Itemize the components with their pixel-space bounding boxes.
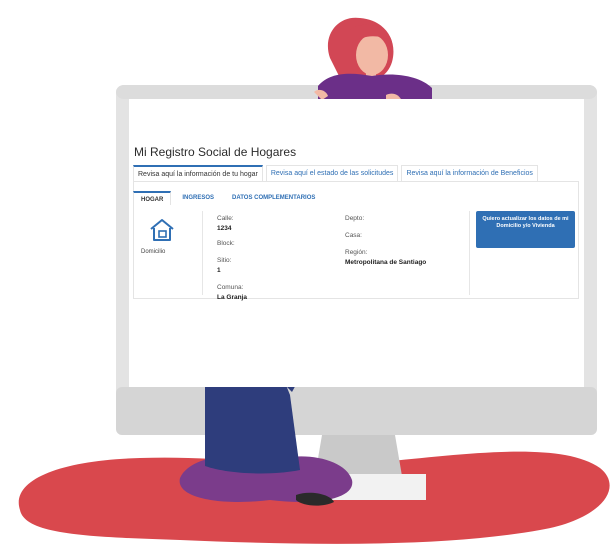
subtab-ingresos[interactable]: INGRESOS bbox=[175, 191, 221, 205]
block-label: Block: bbox=[217, 240, 235, 247]
calle-label: Calle: bbox=[217, 215, 234, 222]
subtab-hogar[interactable]: HOGAR bbox=[133, 191, 172, 205]
update-domicilio-button[interactable]: Quiero actualizar los datos de mi Domici… bbox=[476, 211, 575, 248]
monitor-screen: Mi Registro Social de Hogares Revisa aqu… bbox=[129, 99, 584, 387]
comuna-label: Comuna: bbox=[217, 284, 244, 291]
subtab-datos-complementarios[interactable]: DATOS COMPLEMENTARIOS bbox=[225, 191, 322, 205]
monitor-chin bbox=[116, 387, 597, 435]
domicilio-label: Domicilio bbox=[141, 249, 166, 255]
house-icon bbox=[150, 219, 174, 241]
depto-label: Depto: bbox=[345, 215, 365, 222]
region-label: Región: bbox=[345, 249, 368, 256]
sitio-value: 1 bbox=[217, 267, 221, 274]
divider-left bbox=[202, 211, 203, 295]
comuna-value: La Granja bbox=[217, 294, 247, 301]
calle-value: 1234 bbox=[217, 225, 232, 232]
page-title: Mi Registro Social de Hogares bbox=[134, 145, 297, 159]
sub-tab-bar: HOGAR INGRESOS DATOS COMPLEMENTARIOS bbox=[133, 191, 326, 205]
tab-hogar-info[interactable]: Revisa aquí la información de tu hogar bbox=[133, 165, 263, 181]
casa-label: Casa: bbox=[345, 232, 362, 239]
divider-right bbox=[469, 211, 470, 295]
region-value: Metropolitana de Santiago bbox=[345, 259, 427, 266]
tab-beneficios[interactable]: Revisa aquí la información de Beneficios bbox=[401, 165, 538, 181]
top-tab-bar: Revisa aquí la información de tu hogar R… bbox=[133, 165, 541, 181]
tab-solicitudes[interactable]: Revisa aquí el estado de las solicitudes bbox=[265, 165, 399, 181]
sitio-label: Sitio: bbox=[217, 257, 232, 264]
